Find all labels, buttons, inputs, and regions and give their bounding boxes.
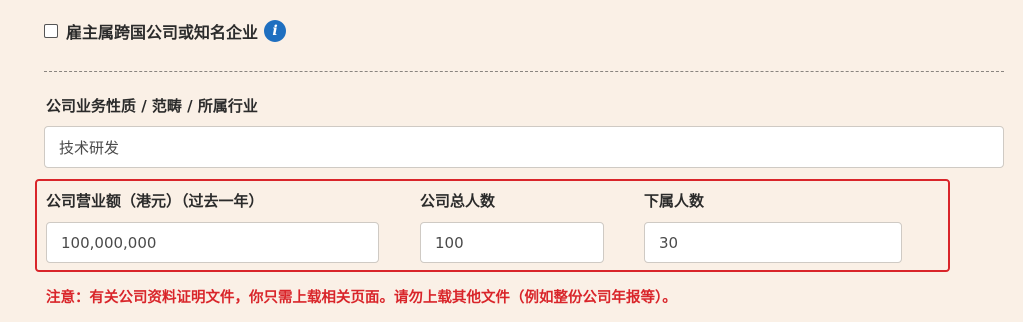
mnc-checkbox-row: 雇主属跨国公司或知名企业 i bbox=[44, 16, 287, 46]
total-staff-input[interactable]: 100 bbox=[420, 222, 604, 263]
mnc-checkbox-label[interactable]: 雇主属跨国公司或知名企业 bbox=[66, 19, 258, 43]
info-icon[interactable]: i bbox=[264, 20, 287, 42]
section-divider bbox=[44, 71, 1004, 72]
business-nature-input[interactable]: 技术研发 bbox=[44, 126, 1004, 168]
subordinates-label: 下属人数 bbox=[644, 192, 705, 210]
subordinates-input[interactable]: 30 bbox=[644, 222, 902, 263]
upload-note: 注意：有关公司资料证明文件，你只需上载相关页面。请勿上载其他文件（例如整份公司年… bbox=[46, 290, 677, 306]
turnover-label: 公司营业额（港元）（过去一年） bbox=[46, 192, 264, 210]
turnover-input[interactable]: 100,000,000 bbox=[46, 222, 379, 263]
total-staff-label: 公司总人数 bbox=[420, 192, 496, 210]
mnc-checkbox[interactable] bbox=[44, 24, 58, 38]
business-nature-label: 公司业务性质 / 范畴 / 所属行业 bbox=[46, 97, 258, 115]
